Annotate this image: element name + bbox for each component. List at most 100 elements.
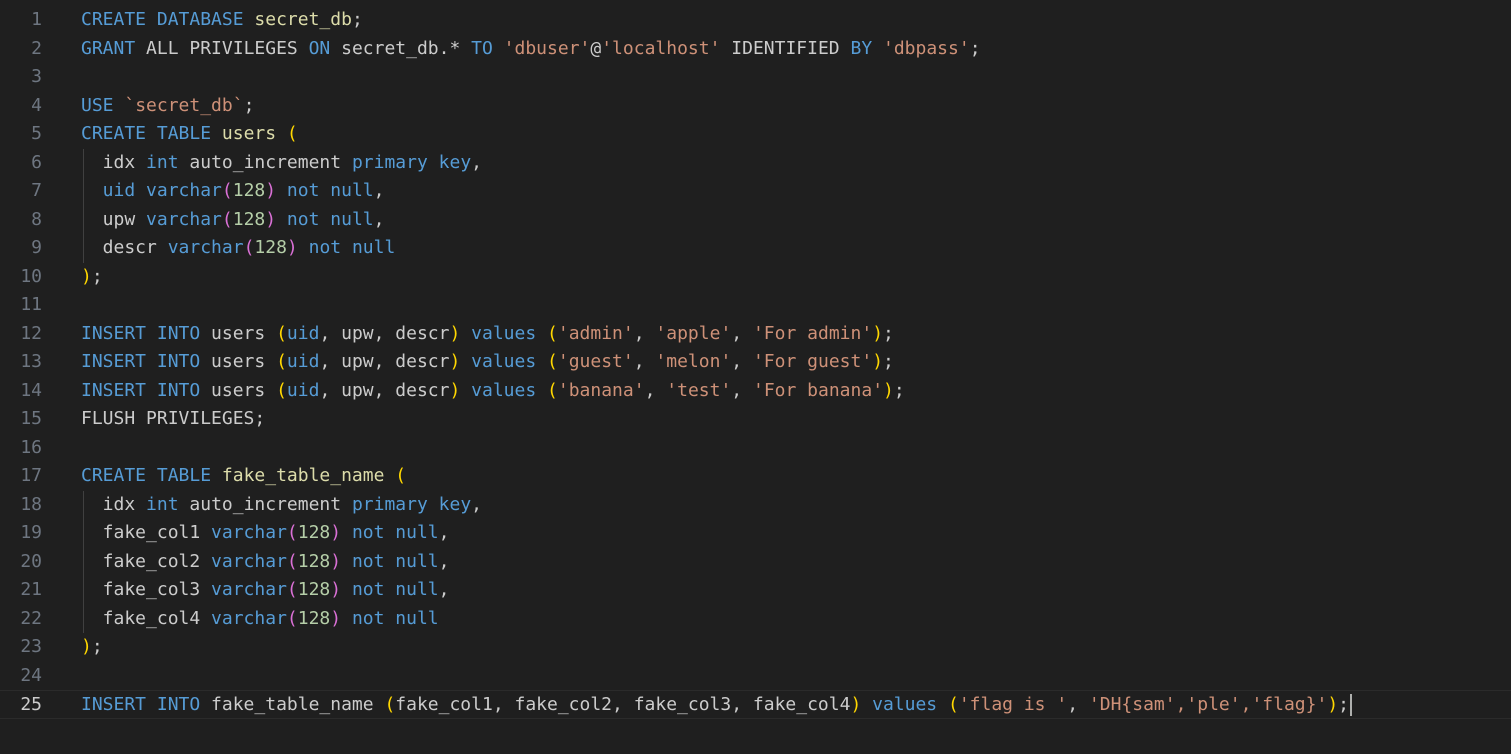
line-code[interactable]: fake_col1 varchar(128) not null, (81, 519, 450, 548)
code-line[interactable]: 13 INSERT INTO users (uid, upw, descr) va… (0, 348, 1511, 377)
line-number[interactable]: 3 (0, 63, 42, 92)
line-number[interactable]: 11 (0, 291, 42, 320)
code-token: 128 (297, 550, 331, 572)
code-token: users (211, 322, 277, 344)
line-code[interactable]: INSERT INTO users (uid, upw, descr) valu… (81, 320, 894, 349)
line-code[interactable]: FLUSH PRIVILEGES; (81, 405, 265, 434)
line-code[interactable]: USE `secret_db`; (81, 92, 254, 121)
code-token: ) (330, 607, 342, 629)
code-token: upw (81, 208, 147, 230)
code-token: 'flag is ' (958, 694, 1068, 715)
line-code[interactable]: ); (81, 633, 103, 662)
line-number[interactable]: 22 (0, 605, 42, 634)
code-token: 128 (232, 208, 266, 230)
line-number[interactable]: 15 (0, 405, 42, 434)
code-token: ) (872, 322, 884, 344)
line-code[interactable]: uid varchar(128) not null, (81, 177, 385, 206)
line-number[interactable]: 5 (0, 120, 42, 149)
code-line[interactable]: 7 uid varchar(128) not null, (0, 177, 1511, 206)
code-token: ; (91, 265, 103, 287)
code-token: values (460, 379, 548, 401)
line-number[interactable]: 10 (0, 263, 42, 292)
code-line[interactable]: 21 fake_col3 varchar(128) not null, (0, 576, 1511, 605)
code-token: not null (341, 550, 439, 572)
code-token: not null (341, 607, 439, 629)
text-cursor (1350, 694, 1352, 716)
code-line[interactable]: 9 descr varchar(128) not null (0, 234, 1511, 263)
line-code[interactable]: CREATE DATABASE secret_db; (81, 6, 363, 35)
line-code[interactable]: upw varchar(128) not null, (81, 206, 385, 235)
code-line[interactable]: 17 CREATE TABLE fake_table_name ( (0, 462, 1511, 491)
line-code[interactable]: GRANT ALL PRIVILEGES ON secret_db.* TO '… (81, 35, 981, 64)
line-code[interactable]: descr varchar(128) not null (81, 234, 396, 263)
code-line[interactable]: 2 GRANT ALL PRIVILEGES ON secret_db.* TO … (0, 35, 1511, 64)
line-code[interactable]: CREATE TABLE fake_table_name ( (81, 462, 406, 491)
code-token: ( (547, 351, 558, 372)
line-code[interactable]: idx int auto_increment primary key, (81, 149, 482, 178)
code-line[interactable]: 3 (0, 63, 1511, 92)
code-token: 128 (297, 522, 331, 543)
code-line[interactable]: 11 (0, 291, 1511, 320)
line-number[interactable]: 18 (0, 491, 42, 520)
line-number[interactable]: 23 (0, 633, 42, 662)
code-token: 'admin' (557, 322, 634, 344)
code-line[interactable]: 23); (0, 633, 1511, 662)
line-number[interactable]: 13 (0, 348, 42, 377)
line-number[interactable]: 6 (0, 149, 42, 178)
code-token: values (460, 351, 548, 372)
line-number[interactable]: 9 (0, 234, 42, 263)
line-number[interactable]: 7 (0, 177, 42, 206)
line-number[interactable]: 12 (0, 320, 42, 349)
code-token: varchar (167, 237, 244, 258)
code-token: ( (384, 694, 396, 715)
code-token: @ (590, 37, 602, 59)
line-code[interactable]: CREATE TABLE users ( (81, 120, 298, 149)
line-code[interactable]: INSERT INTO users (uid, upw, descr) valu… (81, 348, 894, 377)
code-token: ; (91, 636, 103, 657)
line-number[interactable]: 8 (0, 206, 42, 235)
code-line[interactable]: 19 fake_col1 varchar(128) not null, (0, 519, 1511, 548)
code-token: ( (286, 123, 298, 144)
line-number[interactable]: 24 (0, 662, 42, 691)
code-line[interactable]: 12 INSERT INTO users (uid, upw, descr) va… (0, 320, 1511, 349)
code-line[interactable]: 16 (0, 434, 1511, 463)
code-token: varchar (146, 208, 222, 230)
line-number[interactable]: 19 (0, 519, 42, 548)
code-line[interactable]: 14 INSERT INTO users (uid, upw, descr) va… (0, 377, 1511, 406)
line-number[interactable]: 17 (0, 462, 42, 491)
line-code[interactable]: INSERT INTO users (uid, upw, descr) valu… (81, 377, 905, 406)
code-line[interactable]: 15 FLUSH PRIVILEGES; (0, 405, 1511, 434)
line-number[interactable]: 25 (0, 691, 42, 720)
code-token: ) (81, 636, 92, 657)
line-number[interactable]: 14 (0, 377, 42, 406)
line-code[interactable]: fake_col2 varchar(128) not null, (81, 548, 450, 577)
line-number[interactable]: 1 (0, 6, 42, 35)
line-code[interactable]: INSERT INTO fake_table_name (fake_col1, … (81, 691, 1352, 720)
code-line[interactable]: 18 idx int auto_increment primary key, (0, 491, 1511, 520)
line-number[interactable]: 20 (0, 548, 42, 577)
code-token: idx (81, 493, 147, 515)
line-number[interactable]: 2 (0, 35, 42, 64)
code-line[interactable]: 5 CREATE TABLE users ( (0, 120, 1511, 149)
code-token: ON (308, 37, 342, 59)
code-line[interactable]: 24 (0, 662, 1511, 691)
line-code[interactable]: fake_col4 varchar(128) not null (81, 605, 439, 634)
code-line[interactable]: 8 upw varchar(128) not null, (0, 206, 1511, 235)
code-line[interactable]: 22 fake_col4 varchar(128) not null (0, 605, 1511, 634)
code-token: secret_db (254, 9, 352, 30)
line-code[interactable]: idx int auto_increment primary key, (81, 491, 482, 520)
code-token: int (146, 151, 190, 173)
line-number[interactable]: 21 (0, 576, 42, 605)
code-line[interactable]: 6 idx int auto_increment primary key, (0, 149, 1511, 178)
line-code[interactable]: fake_col3 varchar(128) not null, (81, 576, 450, 605)
code-line[interactable]: 1 CREATE DATABASE secret_db; (0, 6, 1511, 35)
line-code[interactable]: ); (81, 263, 103, 292)
code-line[interactable]: 20 fake_col2 varchar(128) not null, (0, 548, 1511, 577)
line-number[interactable]: 4 (0, 92, 42, 121)
code-editor[interactable]: 1 CREATE DATABASE secret_db; 2 GRANT ALL PR… (0, 0, 1511, 754)
line-number[interactable]: 16 (0, 434, 42, 463)
code-token: varchar (211, 579, 287, 600)
code-line[interactable]: 25 INSERT INTO fake_table_name (fake_col1… (0, 690, 1511, 719)
code-line[interactable]: 10); (0, 263, 1511, 292)
code-line[interactable]: 4 USE `secret_db`; (0, 92, 1511, 121)
